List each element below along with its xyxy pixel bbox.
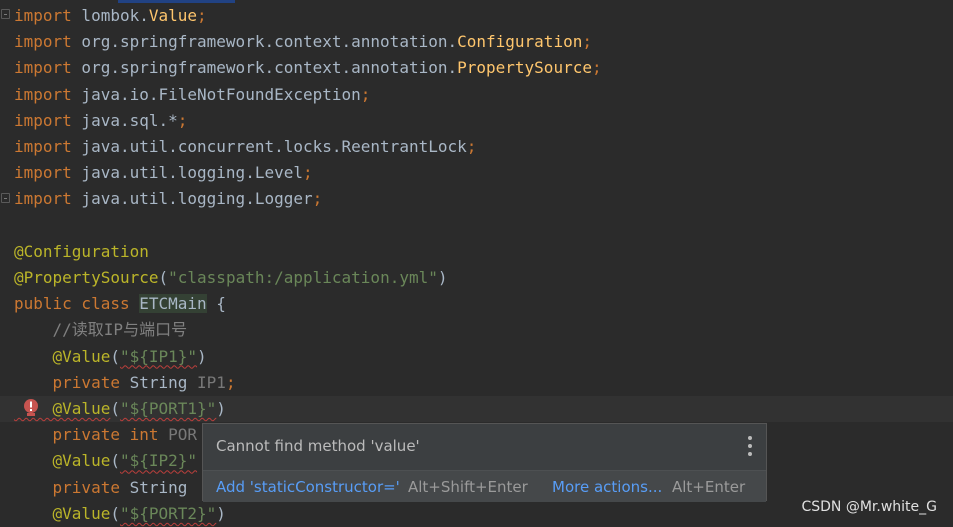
code-token: ): [216, 399, 226, 418]
code-line[interactable]: private String IP1;: [14, 370, 236, 396]
code-token: ;: [302, 163, 313, 183]
code-token: java.util.concurrent.locks.ReentrantLock: [71, 137, 467, 156]
fold-marker-icon[interactable]: [1, 193, 10, 203]
code-token: ;: [197, 6, 207, 25]
code-token: //读取IP与端口号: [14, 320, 188, 340]
code-token: (: [110, 399, 120, 418]
code-token: String: [129, 372, 198, 392]
code-line[interactable]: import java.util.logging.Logger;: [14, 186, 322, 212]
code-token: ;: [466, 137, 477, 156]
code-token: lombok.: [71, 6, 149, 25]
watermark-text: CSDN @Mr.white_G: [801, 499, 937, 515]
code-token: ;: [582, 32, 592, 52]
code-token: private int: [14, 425, 169, 445]
code-token: Value: [148, 6, 198, 25]
error-tooltip-popup: Cannot find method 'value' Add 'staticCo…: [202, 423, 767, 502]
code-token: "${IP2}": [119, 451, 198, 471]
code-line[interactable]: @Configuration: [14, 239, 149, 265]
code-token: import: [14, 137, 72, 156]
code-token: POR: [168, 425, 198, 445]
add-static-constructor-link[interactable]: Add 'staticConstructor=': [216, 478, 400, 496]
code-token: import: [14, 163, 72, 183]
code-line[interactable]: //读取IP与端口号: [14, 317, 188, 343]
tooltip-actions-bar: Add 'staticConstructor=' Alt+Shift+Enter…: [203, 470, 766, 502]
code-token: import: [14, 58, 72, 78]
code-token: IP1: [197, 372, 226, 392]
code-token: @Configuration: [14, 241, 149, 261]
code-line[interactable]: import java.sql.*;: [14, 108, 187, 134]
code-token: ): [216, 503, 226, 523]
code-line[interactable]: private String: [14, 475, 188, 501]
code-token: org.springframework.context.annotation.: [71, 32, 458, 52]
code-token: @Value: [14, 451, 111, 471]
code-token: private: [14, 372, 130, 392]
code-token: PropertySource: [457, 58, 592, 78]
code-line[interactable]: import org.springframework.context.annot…: [14, 55, 602, 81]
code-token: private: [14, 477, 130, 497]
code-token: ETCMain: [139, 294, 207, 314]
code-token: "classpath:/application.yml": [168, 268, 438, 287]
code-token: (: [110, 451, 120, 471]
code-token: ;: [360, 84, 371, 104]
code-line[interactable]: import java.util.logging.Level;: [14, 160, 313, 186]
code-token: java.io.FileNotFoundException: [71, 84, 361, 104]
fix-shortcut-label: Alt+Shift+Enter: [408, 478, 528, 496]
code-token: import: [14, 189, 72, 209]
more-vertical-icon[interactable]: [746, 436, 754, 456]
code-line[interactable]: private int POR: [14, 422, 198, 448]
code-token: @Value: [14, 503, 111, 523]
editor-gutter[interactable]: [0, 0, 12, 526]
code-token: public class: [14, 294, 140, 314]
code-token: (: [110, 503, 120, 523]
more-actions-shortcut-label: Alt+Enter: [672, 478, 746, 496]
tooltip-message: Cannot find method 'value': [216, 437, 420, 455]
more-actions-link[interactable]: More actions...: [552, 478, 662, 496]
code-line[interactable]: @Value("${PORT2}"): [14, 501, 226, 527]
code-token: import: [14, 32, 72, 52]
code-token: {: [206, 294, 226, 314]
code-line[interactable]: public class ETCMain {: [14, 291, 226, 317]
code-line[interactable]: @PropertySource("classpath:/application.…: [14, 265, 448, 291]
code-token: "${PORT2}": [119, 503, 217, 523]
code-token: @Value: [14, 346, 111, 366]
code-line[interactable]: import java.io.FileNotFoundException;: [14, 82, 370, 108]
code-token: ): [437, 268, 448, 287]
code-token: ;: [312, 189, 323, 209]
code-token: String: [129, 477, 188, 497]
code-token: import: [14, 84, 72, 104]
code-token: Configuration: [457, 32, 583, 52]
error-bulb-icon[interactable]: [22, 398, 40, 418]
code-token: (: [158, 268, 169, 287]
code-line[interactable]: import java.util.concurrent.locks.Reentr…: [14, 134, 476, 160]
code-token: ;: [591, 58, 602, 78]
code-line[interactable]: @Value("${PORT1}"): [14, 396, 226, 422]
code-token: ): [197, 346, 207, 366]
code-token: ;: [177, 110, 188, 130]
code-token: java.sql.*: [71, 110, 178, 130]
code-line[interactable]: import lombok.Value;: [14, 3, 207, 29]
code-token: @PropertySource: [14, 268, 159, 287]
code-line[interactable]: import org.springframework.context.annot…: [14, 29, 592, 55]
code-line[interactable]: @Value("${IP1}"): [14, 344, 207, 370]
code-token: "${PORT1}": [119, 399, 217, 418]
code-token: java.util.logging.Logger: [71, 189, 313, 209]
code-token: import: [14, 6, 72, 25]
code-token: java.util.logging.Level: [71, 163, 303, 183]
code-token: org.springframework.context.annotation.: [71, 58, 458, 78]
fold-marker-icon[interactable]: [1, 9, 10, 19]
code-token: ;: [225, 372, 236, 392]
code-token: import: [14, 110, 72, 130]
code-line[interactable]: @Value("${IP2}": [14, 448, 198, 474]
code-token: "${IP1}": [119, 346, 198, 366]
code-token: (: [110, 346, 120, 366]
